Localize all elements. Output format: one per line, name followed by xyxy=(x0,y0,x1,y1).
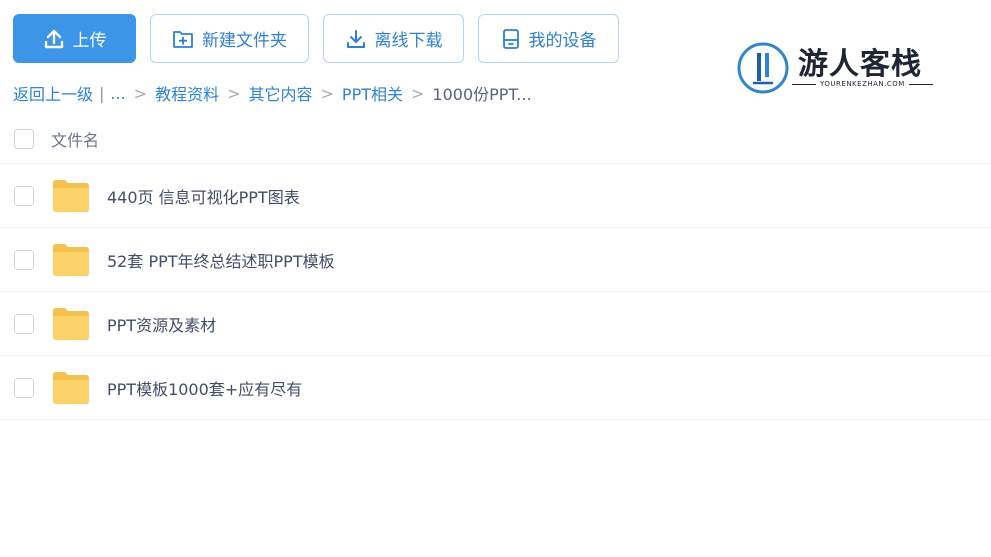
breadcrumb-item-other[interactable]: 其它内容 xyxy=(249,81,313,105)
new-folder-button-label: 新建文件夹 xyxy=(202,31,287,51)
folder-icon xyxy=(52,307,90,341)
new-folder-button[interactable]: 新建文件夹 xyxy=(150,14,309,63)
table-row[interactable]: PPT模板1000套+应有尽有 xyxy=(0,356,991,420)
list-header: 文件名 xyxy=(0,115,991,164)
breadcrumb: 返回上一级 | ... > 教程资料 > 其它内容 > PPT相关 > 1000… xyxy=(13,81,532,105)
my-devices-button-label: 我的设备 xyxy=(528,31,597,51)
breadcrumb-item-tutorials[interactable]: 教程资料 xyxy=(155,81,219,105)
row-checkbox[interactable] xyxy=(14,249,34,270)
select-all-checkbox[interactable] xyxy=(14,129,34,149)
folder-icon xyxy=(52,243,90,277)
file-name[interactable]: PPT模板1000套+应有尽有 xyxy=(107,376,302,400)
table-row[interactable]: 52套 PPT年终总结述职PPT模板 xyxy=(0,228,991,292)
breadcrumb-item-ppt[interactable]: PPT相关 xyxy=(342,81,403,105)
device-icon xyxy=(502,28,519,49)
table-row[interactable]: 440页 信息可视化PPT图表 xyxy=(0,164,991,228)
breadcrumb-current: 1000份PPT... xyxy=(432,85,532,104)
row-checkbox[interactable] xyxy=(14,313,34,334)
breadcrumb-ellipsis[interactable]: ... xyxy=(110,84,125,103)
download-icon xyxy=(346,29,365,48)
upload-button[interactable]: 上传 xyxy=(13,14,136,63)
logo-divider xyxy=(792,83,816,85)
file-name[interactable]: 52套 PPT年终总结述职PPT模板 xyxy=(107,248,335,272)
my-devices-button[interactable]: 我的设备 xyxy=(478,14,619,63)
breadcrumb-separator: > xyxy=(227,83,241,103)
toolbar: 上传 新建文件夹 离线下载 我的设备 xyxy=(13,14,619,63)
folder-icon xyxy=(52,179,90,213)
new-folder-icon xyxy=(173,30,193,48)
logo-subtitle: YOURENKEZHAN.COM xyxy=(820,80,905,88)
logo-divider xyxy=(908,83,933,85)
breadcrumb-separator: > xyxy=(320,83,334,103)
site-logo: 游人客栈 YOURENKEZHAN.COM xyxy=(736,38,936,94)
file-list: 440页 信息可视化PPT图表 52套 PPT年终总结述职PPT模板 PPT资源… xyxy=(0,164,991,420)
filename-column-header[interactable]: 文件名 xyxy=(51,127,99,151)
row-checkbox[interactable] xyxy=(14,377,34,398)
offline-download-button-label: 离线下载 xyxy=(374,31,443,51)
upload-button-label: 上传 xyxy=(72,31,107,51)
upload-icon xyxy=(44,29,63,48)
file-name[interactable]: PPT资源及素材 xyxy=(107,312,216,336)
table-row[interactable]: PPT资源及素材 xyxy=(0,292,991,356)
logo-mark-icon xyxy=(737,42,789,94)
breadcrumb-pipe: | xyxy=(99,83,105,103)
logo-title: 游人客栈 xyxy=(798,47,922,82)
offline-download-button[interactable]: 离线下载 xyxy=(323,14,464,63)
breadcrumb-separator: > xyxy=(411,83,425,103)
folder-icon xyxy=(52,371,90,405)
logo-subtitle-row: YOURENKEZHAN.COM xyxy=(792,80,933,88)
breadcrumb-separator: > xyxy=(133,83,148,103)
breadcrumb-back-link[interactable]: 返回上一级 xyxy=(13,81,93,105)
file-name[interactable]: 440页 信息可视化PPT图表 xyxy=(107,184,300,208)
row-checkbox[interactable] xyxy=(14,185,34,206)
